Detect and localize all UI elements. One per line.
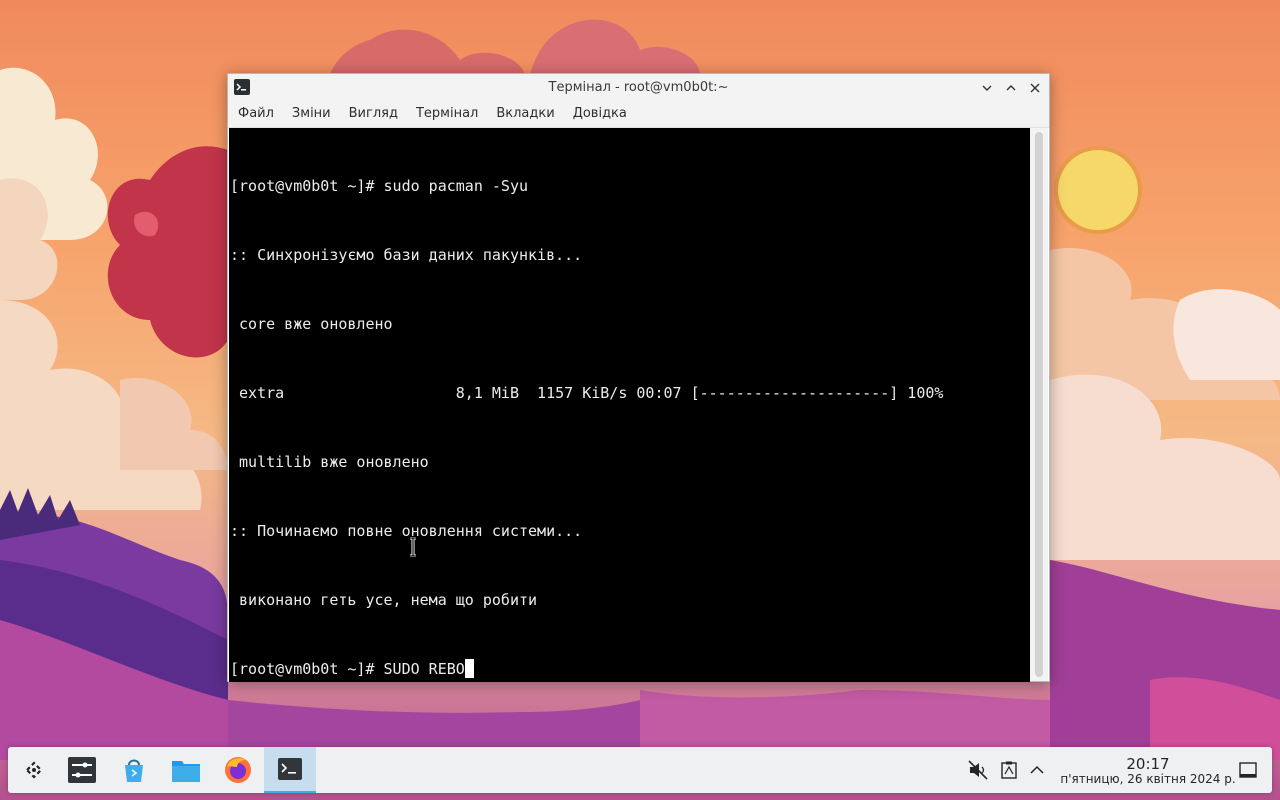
- text-cursor: [464, 659, 474, 678]
- terminal-line: :: Синхронізуємо бази даних пакунків...: [230, 246, 583, 264]
- tray-expand[interactable]: [1024, 747, 1050, 793]
- minimize-button[interactable]: [977, 78, 997, 98]
- close-icon: [1030, 83, 1040, 93]
- audio-muted-icon: [968, 760, 988, 780]
- terminal-line: extra 8,1 MiB 1157 KiB/s 00:07 [--------…: [230, 384, 944, 402]
- menu-view[interactable]: Вигляд: [340, 101, 407, 127]
- chevron-up-icon: [1006, 85, 1016, 91]
- terminal-window[interactable]: Термінал - root@vm0b0t:~ Файл Зміни Вигл…: [227, 73, 1050, 682]
- ibeam-cursor-icon: [410, 537, 416, 557]
- taskbar-settings[interactable]: [56, 747, 108, 793]
- clock-date: п'ятницю, 26 квітня 2024 р.: [1060, 772, 1236, 786]
- window-title: Термінал - root@vm0b0t:~: [548, 80, 729, 95]
- scrollbar[interactable]: [1030, 128, 1048, 681]
- menu-file[interactable]: Файл: [229, 101, 283, 127]
- terminal-line: core вже оновлено: [230, 315, 393, 333]
- scrollbar-thumb[interactable]: [1035, 132, 1043, 677]
- menu-terminal[interactable]: Термінал: [407, 101, 487, 127]
- software-store-icon: [125, 759, 143, 782]
- chevron-down-icon: [982, 85, 992, 91]
- tray-clipboard[interactable]: [996, 747, 1022, 793]
- close-button[interactable]: [1025, 78, 1045, 98]
- terminal-prompt: [root@vm0b0t ~]#: [230, 660, 384, 678]
- taskbar-software-store[interactable]: [108, 747, 160, 793]
- show-desktop-icon: [1239, 762, 1257, 778]
- titlebar[interactable]: Термінал - root@vm0b0t:~: [228, 74, 1049, 101]
- show-desktop-button[interactable]: [1234, 747, 1262, 793]
- maximize-button[interactable]: [1001, 78, 1021, 98]
- app-launcher-button[interactable]: [8, 747, 60, 793]
- terminal-output[interactable]: [root@vm0b0t ~]# sudo pacman -Syu :: Син…: [229, 128, 1030, 682]
- desktop: Термінал - root@vm0b0t:~ Файл Зміни Вигл…: [0, 0, 1280, 800]
- taskbar: 20:17 п'ятницю, 26 квітня 2024 р.: [8, 747, 1272, 793]
- terminal-line: [root@vm0b0t ~]# sudo pacman -Syu: [230, 177, 529, 195]
- clipboard-icon: [1001, 761, 1017, 779]
- terminal-line: :: Починаємо повне оновлення системи...: [230, 522, 583, 540]
- file-manager-icon: [172, 761, 200, 782]
- clock-time: 20:17: [1126, 755, 1170, 773]
- terminal-input[interactable]: SUDO REBO: [384, 660, 465, 678]
- menu-tabs[interactable]: Вкладки: [487, 101, 563, 127]
- terminal-line: виконано геть усе, нема що робити: [230, 591, 538, 609]
- taskbar-terminal[interactable]: [264, 747, 316, 793]
- terminal-prompt-line[interactable]: [root@vm0b0t ~]# SUDO REBO: [229, 658, 1030, 681]
- terminal-line: multilib вже оновлено: [230, 453, 429, 471]
- menu-help[interactable]: Довідка: [564, 101, 636, 127]
- launcher-icon: [25, 761, 43, 779]
- menubar: Файл Зміни Вигляд Термінал Вкладки Довід…: [228, 101, 1049, 128]
- settings-icon: [68, 757, 96, 783]
- taskbar-firefox[interactable]: [212, 747, 264, 793]
- taskbar-file-manager[interactable]: [160, 747, 212, 793]
- chevron-up-icon: [1030, 765, 1044, 774]
- terminal-icon: [278, 758, 302, 780]
- menu-edit[interactable]: Зміни: [283, 101, 340, 127]
- firefox-icon: [225, 757, 251, 783]
